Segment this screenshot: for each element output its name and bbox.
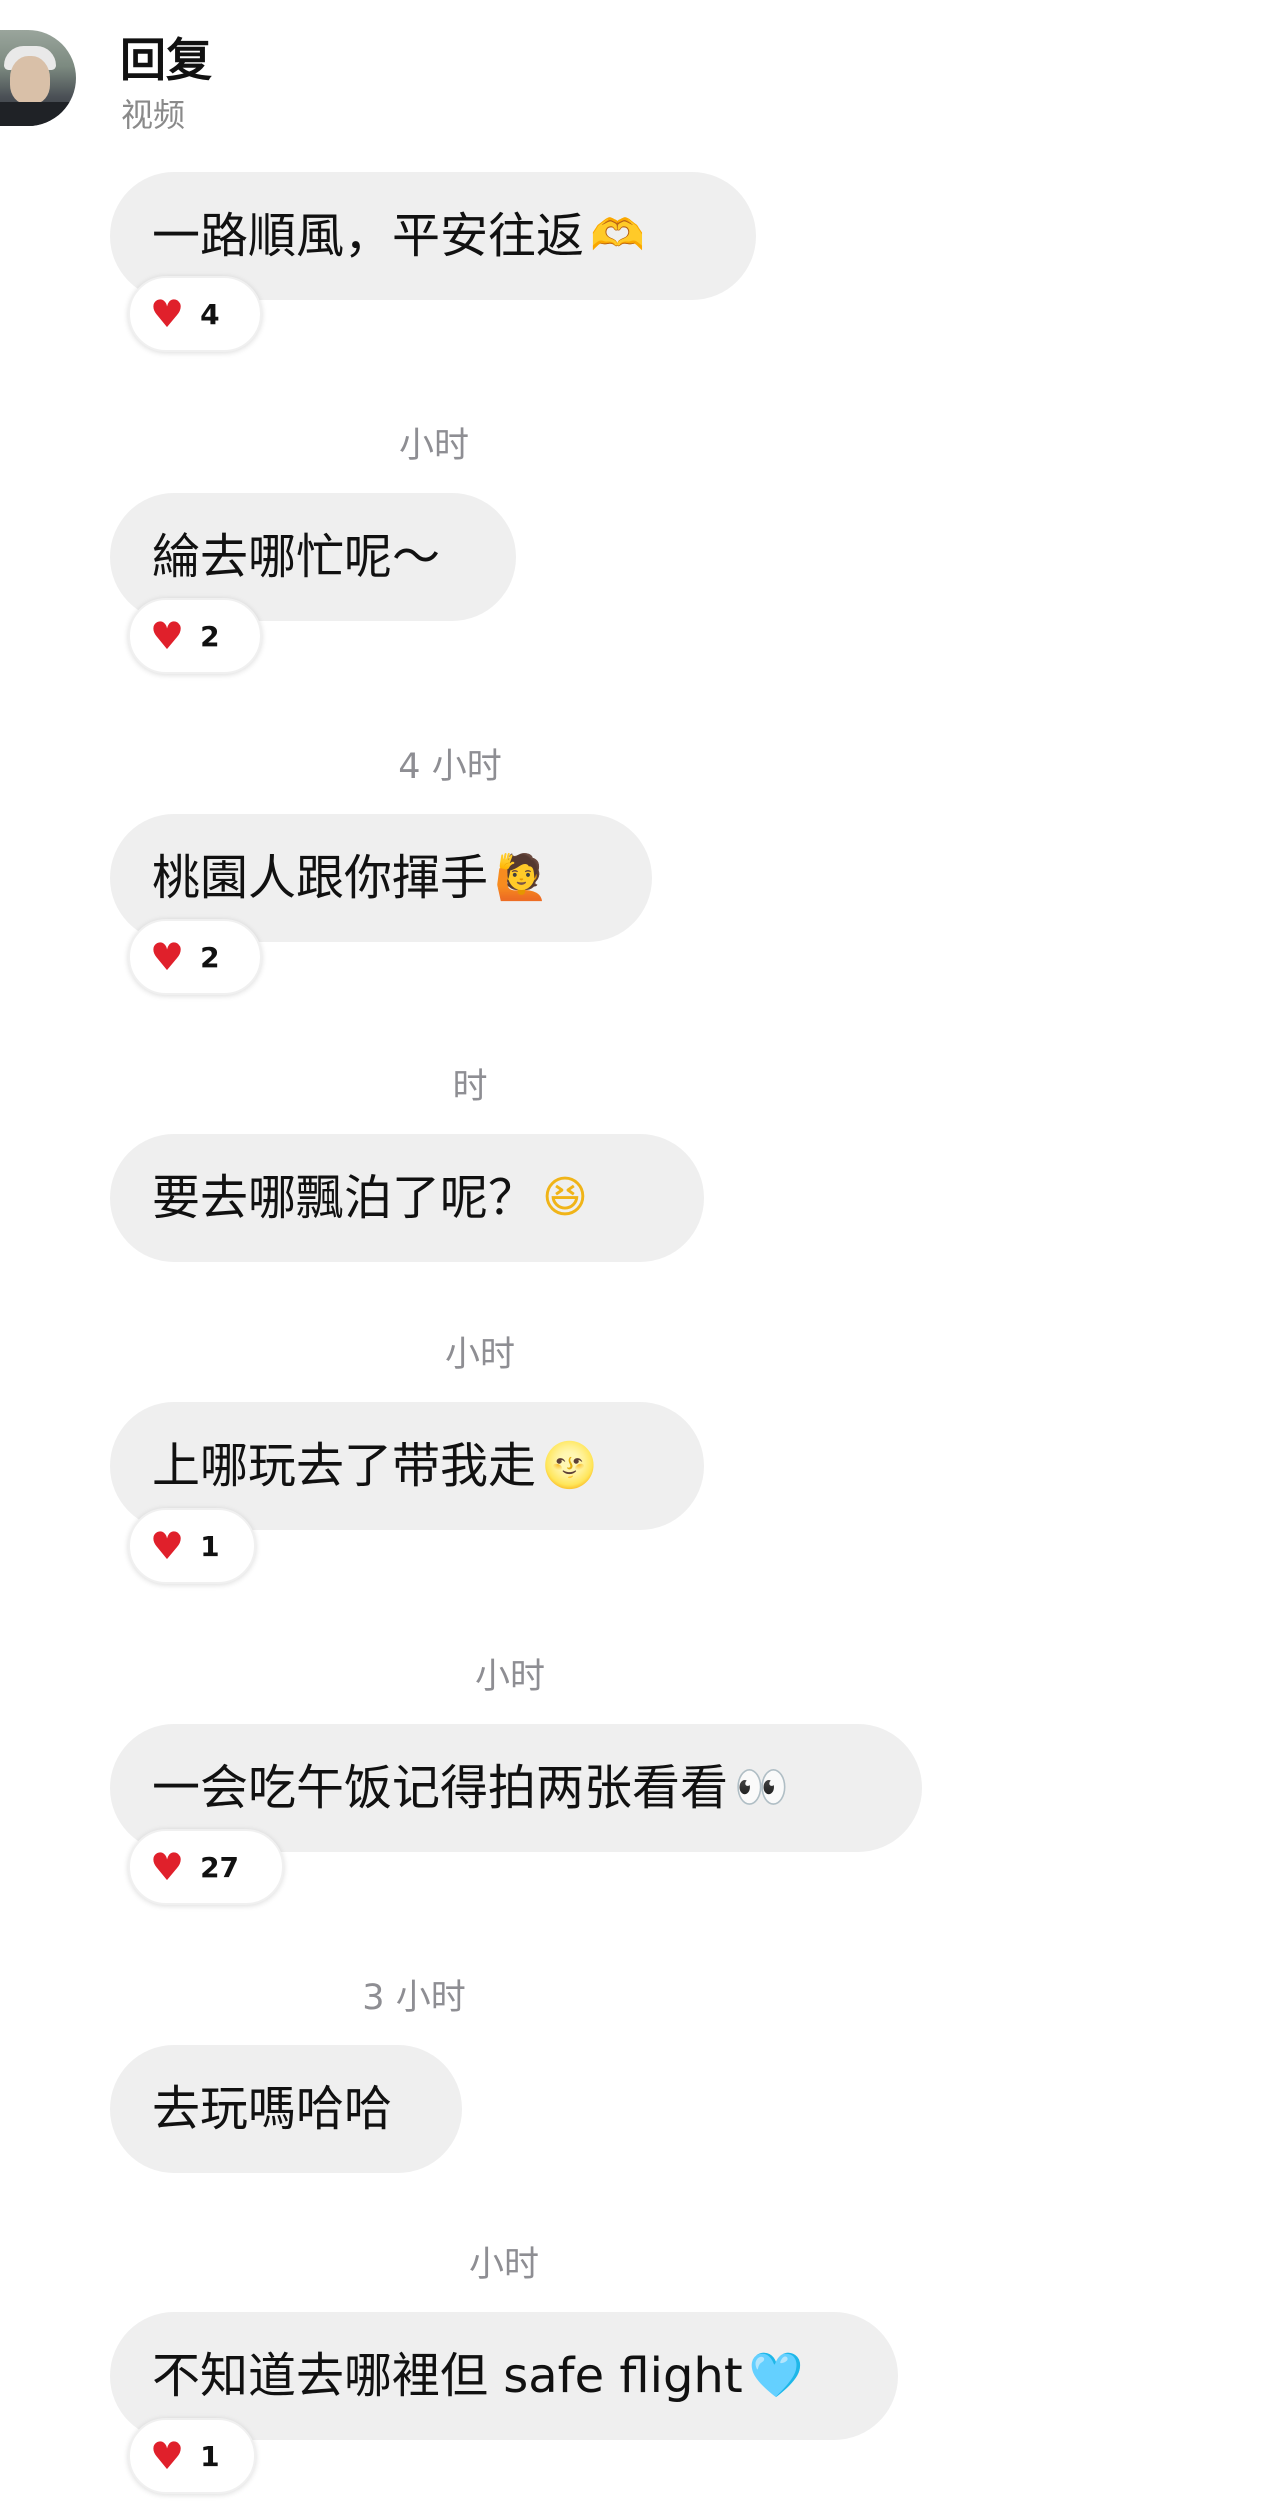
reaction-badge[interactable]: ♥ 4 (128, 276, 262, 352)
avatar-shirt (0, 102, 76, 126)
timestamp: 4 小时 (398, 747, 502, 787)
message-text: 綸去哪忙呢～ (152, 529, 441, 585)
heart-icon: ♥ (150, 292, 185, 336)
reaction-badge[interactable]: ♥ 2 (128, 919, 262, 995)
raising-hand-emoji-icon: 🙋 (494, 852, 549, 903)
message-text: 不知道去哪裡但 safe flight (152, 2348, 743, 2404)
moon-face-emoji-icon: 🌝 (542, 1440, 597, 1491)
page-subtitle: 视频 (121, 96, 186, 134)
avatar[interactable] (0, 30, 76, 126)
light-blue-heart-emoji-icon: 🩵 (748, 2350, 804, 2401)
message-text: 一路順風，平安往返 (152, 208, 585, 264)
message-text: 要去哪飄泊了呢？ (152, 1170, 537, 1226)
reaction-count: 27 (200, 1850, 240, 1884)
timestamp: 小时 (468, 2245, 539, 2285)
timestamp: 小时 (444, 1335, 515, 1375)
message-text: 去玩嗎哈哈 (152, 2081, 393, 2137)
timestamp: 小时 (474, 1657, 545, 1697)
reaction-badge[interactable]: ♥ 1 (128, 1508, 256, 1584)
timestamp: 3 小时 (362, 1978, 466, 2018)
message-bubble[interactable]: 要去哪飄泊了呢？ 😆 (110, 1134, 704, 1262)
reaction-count: 2 (200, 940, 220, 974)
timestamp: 小时 (398, 426, 469, 466)
timestamp: 时 (452, 1067, 488, 1107)
heart-icon: ♥ (150, 935, 185, 979)
heart-icon: ♥ (150, 1845, 185, 1889)
laughing-face-emoji-icon: 😆 (542, 1172, 588, 1223)
message-text: 一会吃午饭记得拍两张看看 (152, 1760, 729, 1816)
heart-icon: ♥ (150, 2434, 185, 2478)
avatar-face (10, 56, 50, 104)
reaction-count: 1 (200, 2439, 220, 2473)
heart-hands-emoji-icon: 🫶 (590, 210, 645, 261)
heart-icon: ♥ (150, 1524, 185, 1568)
reaction-badge[interactable]: ♥ 27 (128, 1829, 284, 1905)
heart-icon: ♥ (150, 614, 185, 658)
message-bubble[interactable]: 去玩嗎哈哈 (110, 2045, 462, 2173)
eyes-emoji-icon: 👀 (734, 1762, 789, 1813)
reaction-count: 4 (200, 297, 220, 331)
reaction-badge[interactable]: ♥ 2 (128, 598, 262, 674)
reaction-badge[interactable]: ♥ 1 (128, 2418, 256, 2494)
page-title: 回复 (120, 33, 212, 87)
reaction-count: 1 (200, 1529, 220, 1563)
message-text: 上哪玩去了带我走 (152, 1438, 537, 1494)
message-text: 桃園人跟你揮手 (152, 850, 489, 906)
reaction-count: 2 (200, 619, 220, 653)
